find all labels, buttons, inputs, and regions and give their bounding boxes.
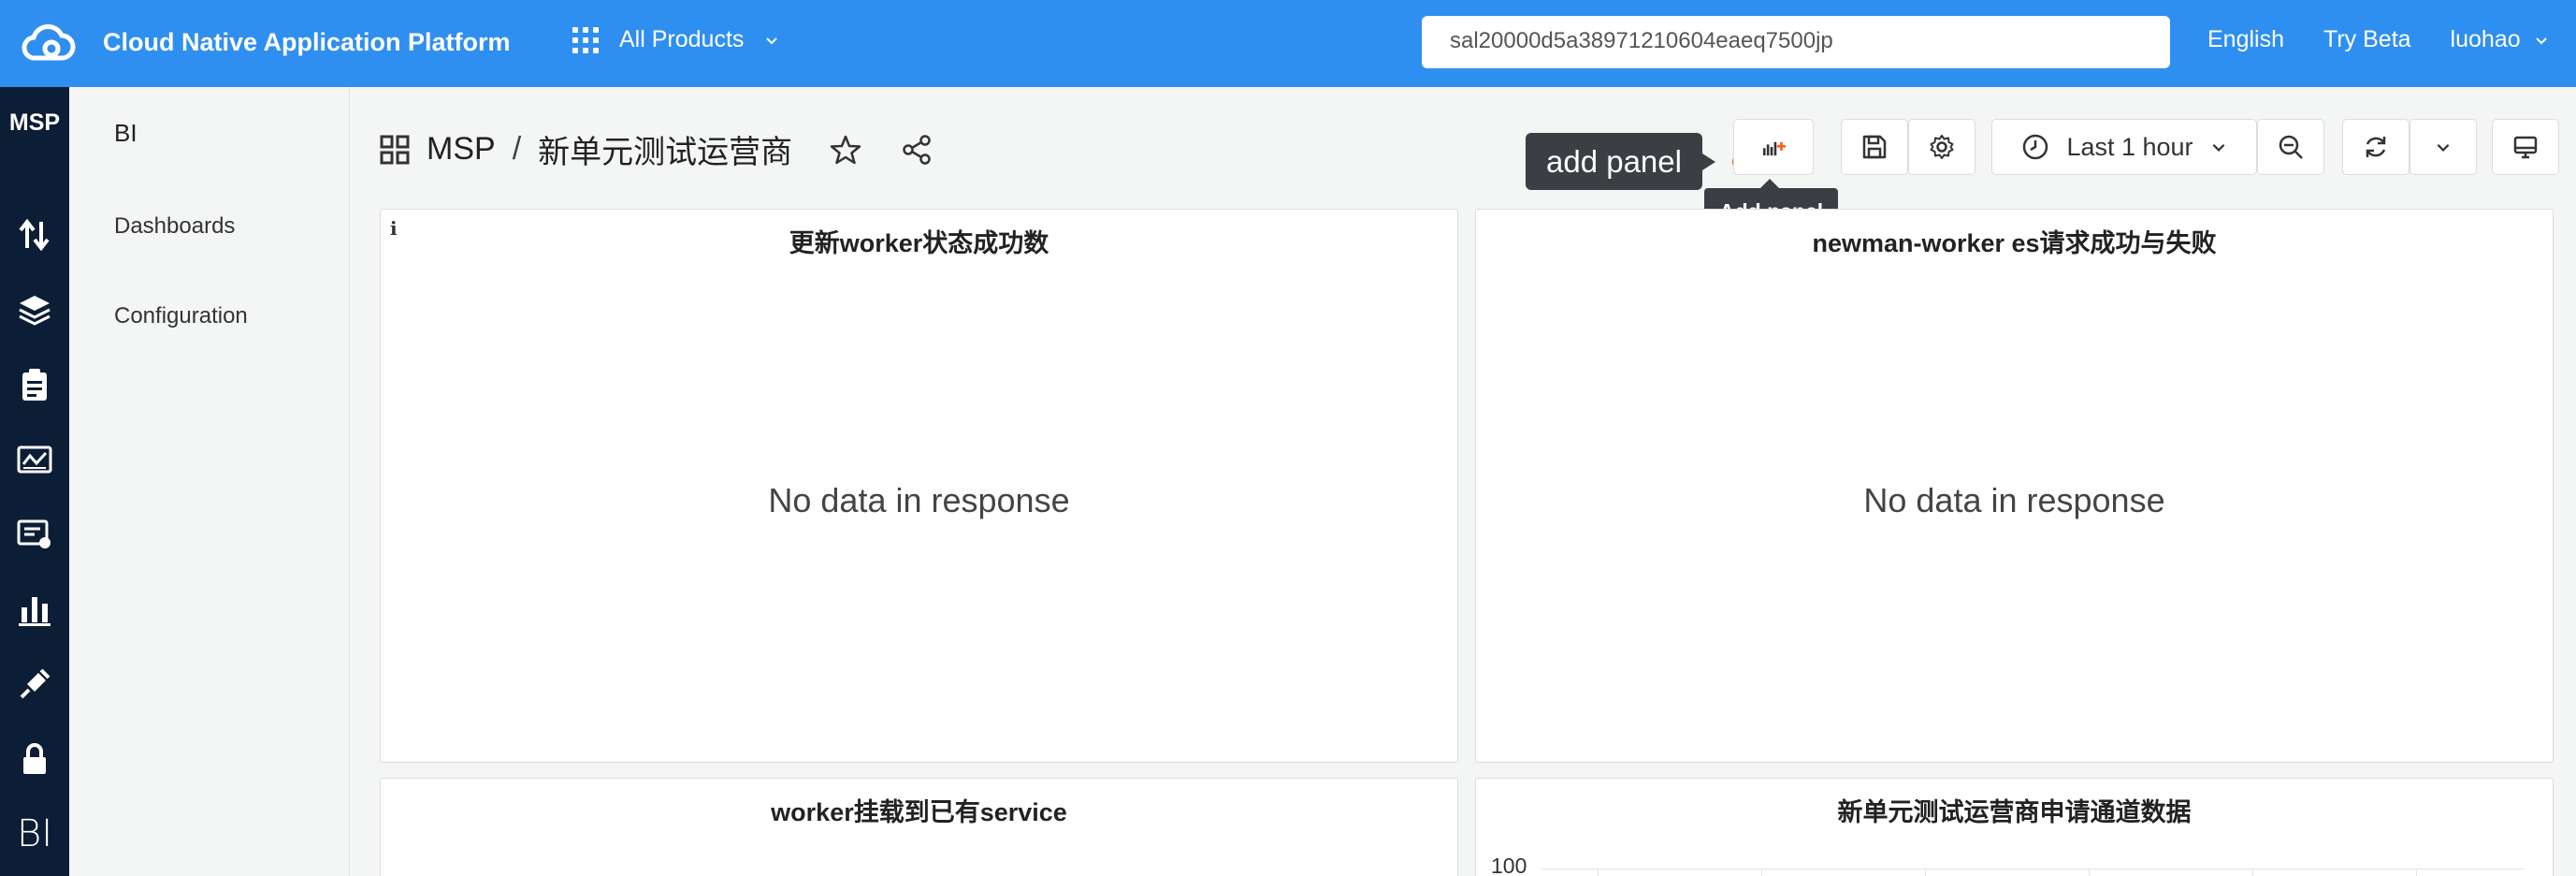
dashboard-main: MSP / 新单元测试运营商 add panel Add panel Last … xyxy=(350,87,2576,876)
breadcrumb-current: 新单元测试运营商 xyxy=(538,135,793,170)
bi-label: BI xyxy=(17,812,52,855)
bi-rail-item[interactable]: BI xyxy=(0,808,69,860)
panel-newman-worker-es-requests[interactable]: newman-worker es请求成功与失败 No data in respo… xyxy=(1475,209,2554,763)
chart-vgridline xyxy=(2252,869,2253,876)
monitor-chart-icon[interactable] xyxy=(0,433,69,486)
search-input[interactable]: sal20000d5a38971210604eaeq7500jp xyxy=(1422,16,2170,68)
add-panel-icon xyxy=(1762,141,1787,156)
clipboard-icon[interactable] xyxy=(0,358,69,411)
tv-mode-button[interactable] xyxy=(2492,119,2559,175)
rail-title[interactable]: MSP xyxy=(0,110,69,137)
panel-no-data-message: No data in response xyxy=(1863,481,2165,519)
panel-worker-mount-service[interactable]: worker挂载到已有service xyxy=(380,778,1458,876)
app-title[interactable]: Cloud Native Application Platform xyxy=(103,28,511,57)
lock-icon[interactable] xyxy=(0,733,69,785)
add-panel-tooltip: add panel xyxy=(1526,133,1715,190)
share-icon[interactable] xyxy=(899,132,934,168)
apps-grid-icon xyxy=(572,26,599,53)
refresh-button[interactable] xyxy=(2342,119,2410,175)
time-range-picker[interactable]: Last 1 hour xyxy=(1991,119,2257,175)
refresh-interval-dropdown[interactable] xyxy=(2410,119,2477,175)
chart-vgridline xyxy=(1761,869,1762,876)
chart-vgridline xyxy=(2089,869,2090,876)
chevron-down-icon xyxy=(766,36,778,44)
save-icon xyxy=(1862,135,1887,159)
y-axis-tick-label: 100 xyxy=(1491,854,1527,876)
layers-icon[interactable] xyxy=(0,284,69,336)
zoom-out-button[interactable] xyxy=(2257,119,2324,175)
chevron-down-icon xyxy=(2535,36,2547,44)
subnav-item-dashboards[interactable]: Dashboards xyxy=(114,213,235,240)
panel-no-data-message: No data in response xyxy=(768,481,1070,519)
panel-title[interactable]: 新单元测试运营商申请通道数据 xyxy=(1476,792,2553,828)
try-beta-link[interactable]: Try Beta xyxy=(2323,26,2411,53)
cloud-logo-icon[interactable] xyxy=(21,21,77,66)
breadcrumb-root[interactable]: MSP xyxy=(427,131,496,168)
breadcrumb: MSP / 新单元测试运营商 xyxy=(380,126,934,172)
chart-vgridline xyxy=(2416,869,2417,876)
chevron-down-icon xyxy=(2212,143,2224,152)
chevron-down-icon xyxy=(2437,143,2450,152)
dashboard-grid-icon xyxy=(380,135,410,164)
panel-title[interactable]: newman-worker es请求成功与失败 xyxy=(1476,223,2553,259)
panel-worker-status-success[interactable]: i 更新worker状态成功数 No data in response xyxy=(380,209,1458,763)
time-range-label: Last 1 hour xyxy=(2066,132,2193,161)
refresh-icon xyxy=(2366,137,2386,157)
breadcrumb-separator: / xyxy=(512,131,522,167)
monitor-icon xyxy=(2513,136,2538,159)
transfer-icon[interactable] xyxy=(0,209,69,261)
panel-title[interactable]: 更新worker状态成功数 xyxy=(381,223,1457,259)
settings-button[interactable] xyxy=(1908,119,1975,175)
star-icon[interactable] xyxy=(828,132,863,168)
user-menu[interactable]: luohao xyxy=(2451,26,2549,53)
panel-title[interactable]: worker挂载到已有service xyxy=(381,792,1457,828)
all-products-menu[interactable]: All Products xyxy=(572,26,779,53)
add-panel-button[interactable] xyxy=(1733,119,1814,175)
clock-icon xyxy=(2023,134,2048,160)
chart-vgridline xyxy=(1925,869,1926,876)
subnav-item-configuration[interactable]: Configuration xyxy=(114,303,248,329)
plug-icon[interactable] xyxy=(0,658,69,710)
chart-vgridline xyxy=(1598,869,1599,876)
top-navigation-bar: Cloud Native Application Platform All Pr… xyxy=(0,0,2576,87)
zoom-out-icon xyxy=(2279,135,2303,159)
all-products-label: All Products xyxy=(619,26,745,52)
bar-chart-icon[interactable] xyxy=(0,583,69,635)
subnav-title: BI xyxy=(114,119,137,147)
panel-unit-test-channel-data[interactable]: 新单元测试运营商申请通道数据 100 xyxy=(1475,778,2554,876)
product-icon-rail: MSP BI xyxy=(0,87,69,876)
certificate-icon[interactable] xyxy=(0,508,69,561)
gear-icon xyxy=(1930,135,1954,159)
save-button[interactable] xyxy=(1841,119,1908,175)
language-switch[interactable]: English xyxy=(2207,26,2284,53)
secondary-nav: BI Dashboards Configuration xyxy=(69,87,350,876)
username: luohao xyxy=(2450,26,2521,52)
